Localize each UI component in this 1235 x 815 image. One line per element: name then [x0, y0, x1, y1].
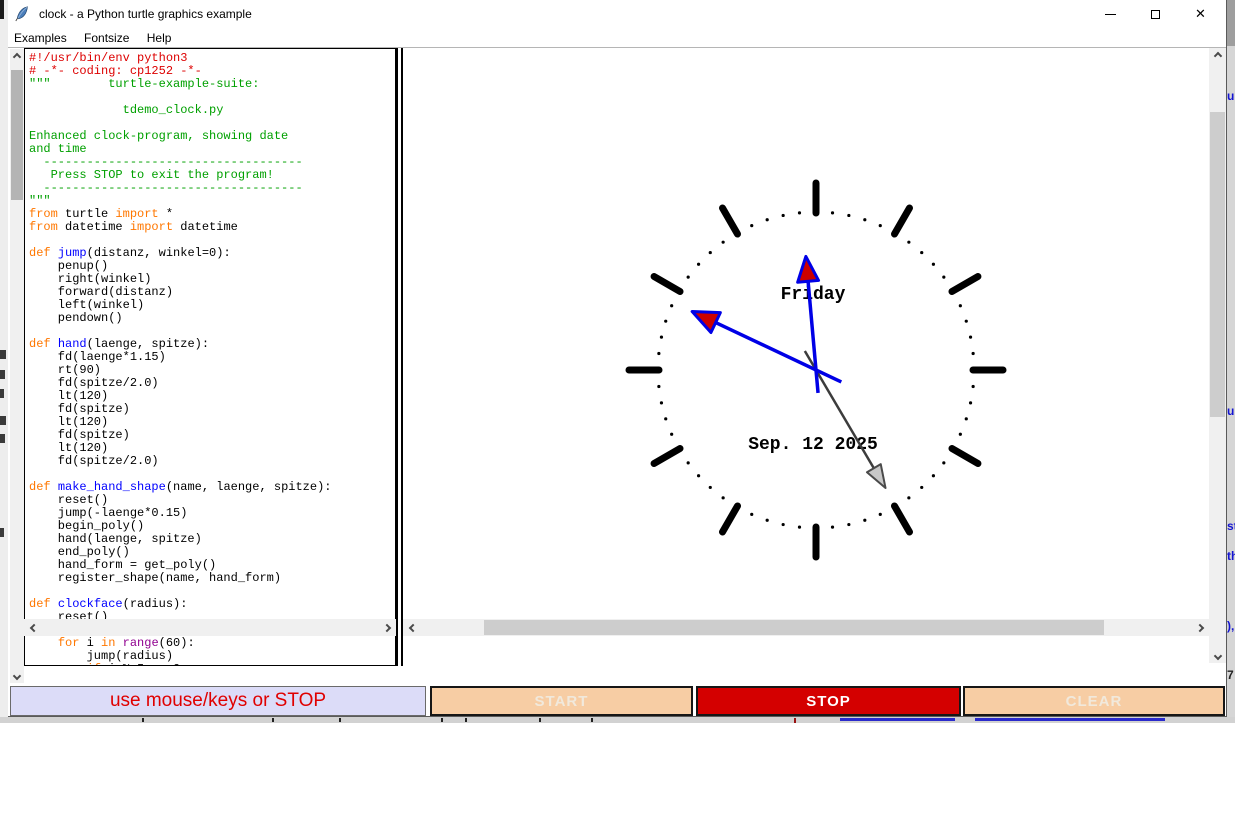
- background-window-fragment: [794, 718, 796, 723]
- background-window-fragment: [142, 718, 144, 722]
- stop-button[interactable]: STOP: [696, 686, 961, 716]
- svg-text:Sep. 12 2025: Sep. 12 2025: [748, 435, 878, 455]
- background-window-fragment: [339, 718, 341, 722]
- scroll-right-icon[interactable]: [379, 619, 394, 636]
- background-window-fragment: [0, 0, 4, 19]
- code-vertical-scrollbar[interactable]: [10, 49, 24, 683]
- window-controls: ✕: [1088, 0, 1223, 28]
- status-message: use mouse/keys or STOP: [10, 686, 426, 716]
- minimize-icon: [1105, 14, 1116, 15]
- clear-button[interactable]: CLEAR: [963, 686, 1225, 716]
- turtledemo-window: clock - a Python turtle graphics example…: [8, 0, 1227, 717]
- start-button[interactable]: START: [430, 686, 693, 716]
- code-line: """ turtle-example-suite:: [29, 78, 395, 91]
- background-window-fragment: [0, 389, 4, 398]
- scrollbar-thumb[interactable]: [1210, 112, 1225, 417]
- source-code-text: #!/usr/bin/env python3# -*- coding: cp12…: [25, 49, 395, 666]
- background-window-right-sliver: u u st th ), 7: [1227, 0, 1235, 717]
- scroll-down-icon[interactable]: [10, 668, 24, 683]
- background-window-fragment: [0, 434, 5, 443]
- background-window-fragment: [539, 718, 541, 722]
- background-window-fragment: [0, 528, 4, 537]
- python-feather-icon[interactable]: [14, 6, 30, 22]
- scroll-up-icon[interactable]: [1209, 48, 1226, 63]
- close-icon: ✕: [1195, 6, 1206, 22]
- canvas-vertical-scrollbar[interactable]: [1209, 48, 1226, 663]
- source-code-view[interactable]: #!/usr/bin/env python3# -*- coding: cp12…: [24, 48, 396, 666]
- background-text-fragment: ),: [1227, 619, 1235, 633]
- background-window-fragment: [975, 718, 1165, 721]
- code-line: from datetime import datetime: [29, 221, 395, 234]
- background-window-bottom-sliver: [0, 717, 1235, 723]
- minimize-button[interactable]: [1088, 0, 1133, 28]
- scrollbar-thumb[interactable]: [11, 70, 23, 200]
- scroll-right-icon[interactable]: [1192, 619, 1207, 636]
- background-window-fragment: [0, 416, 6, 425]
- background-text-fragment: st: [1227, 519, 1235, 533]
- maximize-icon: [1151, 10, 1160, 19]
- code-line: pendown(): [29, 312, 395, 325]
- code-line: fd(spitze/2.0): [29, 455, 395, 468]
- menu-help[interactable]: Help: [140, 28, 179, 45]
- background-window-fragment: [0, 350, 6, 359]
- background-window-fragment: [1227, 0, 1235, 46]
- scroll-up-icon[interactable]: [10, 49, 24, 64]
- code-line: if i % 5 == 0:: [29, 663, 395, 666]
- svg-text:Friday: Friday: [781, 285, 846, 305]
- background-window-fragment: [272, 718, 274, 722]
- maximize-button[interactable]: [1133, 0, 1178, 28]
- close-button[interactable]: ✕: [1178, 0, 1223, 28]
- background-window-left-sliver: [0, 0, 8, 717]
- background-window-fragment: [840, 718, 955, 721]
- code-line: register_shape(name, hand_form): [29, 572, 395, 585]
- background-window-fragment: [441, 718, 443, 722]
- pane-divider-sash[interactable]: [396, 48, 403, 666]
- title-bar: clock - a Python turtle graphics example…: [8, 0, 1226, 28]
- menu-bar: Examples Fontsize Help: [8, 28, 1226, 48]
- code-horizontal-scrollbar[interactable]: [24, 619, 396, 636]
- menu-examples[interactable]: Examples: [7, 28, 74, 45]
- scroll-left-icon[interactable]: [26, 619, 41, 636]
- screen: u u st th ), 7 clock - a Python turtle g…: [0, 0, 1235, 815]
- scroll-down-icon[interactable]: [1209, 648, 1226, 663]
- turtle-canvas[interactable]: Friday Sep. 12 2025: [403, 48, 1209, 663]
- window-title: clock - a Python turtle graphics example: [39, 7, 252, 21]
- background-text-fragment: th: [1227, 549, 1235, 563]
- code-line: ------------------------------------: [29, 182, 395, 195]
- background-text-fragment: u: [1227, 89, 1235, 103]
- background-window-fragment: [591, 718, 593, 722]
- background-window-fragment: [0, 370, 5, 379]
- clock-graphic: Friday Sep. 12 2025: [403, 48, 1209, 663]
- background-window-fragment: [465, 718, 467, 722]
- canvas-horizontal-scrollbar[interactable]: [403, 619, 1209, 636]
- background-text-fragment: u: [1227, 404, 1235, 418]
- scroll-left-icon[interactable]: [405, 619, 420, 636]
- scrollbar-thumb[interactable]: [484, 620, 1104, 635]
- background-text-fragment: 7: [1227, 668, 1235, 682]
- menu-fontsize[interactable]: Fontsize: [77, 28, 136, 45]
- code-line: tdemo_clock.py: [29, 104, 395, 117]
